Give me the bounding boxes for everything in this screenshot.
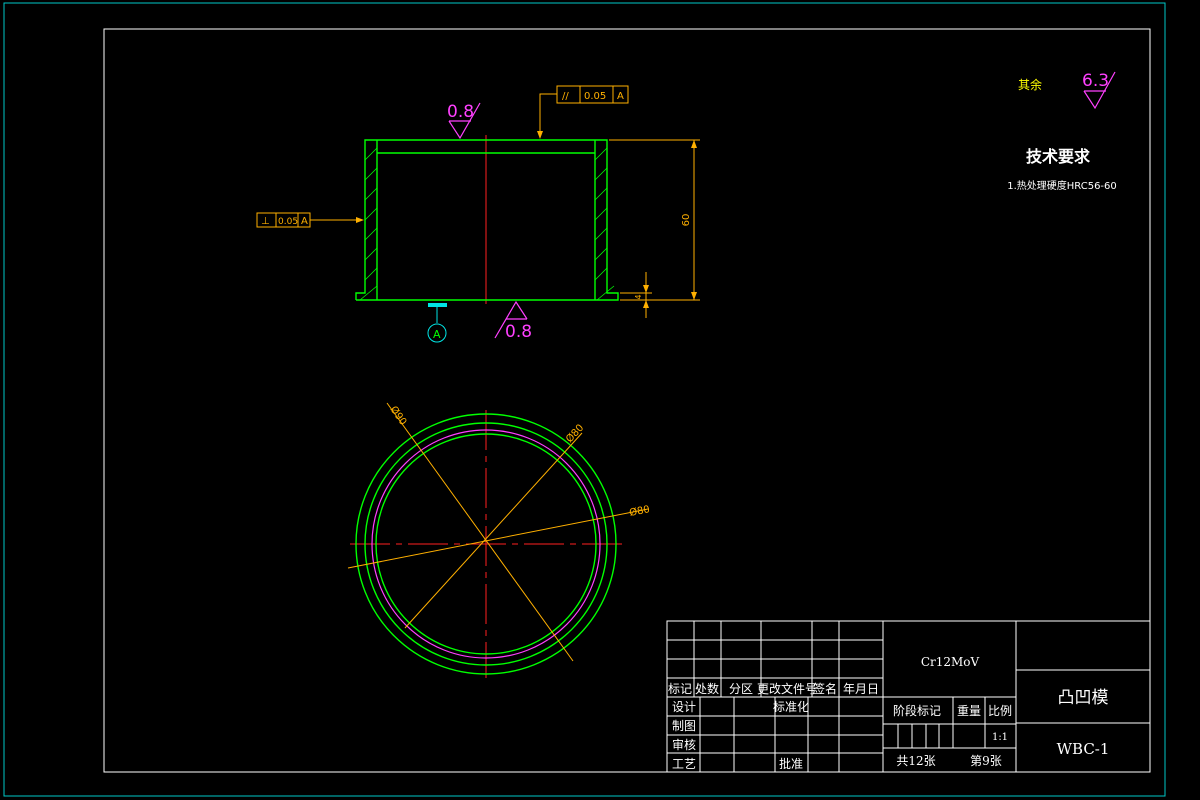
tb-part-name: 凸凹模 xyxy=(1058,688,1109,708)
step-dim-value: 4 xyxy=(634,294,643,299)
tb-material: Cr12MoV xyxy=(921,655,980,669)
part-outline xyxy=(355,139,619,301)
cad-drawing-canvas: 0.8 0.8 // 0.05 A ⊥ 0.05 A A 60 4 Ø90 Ø8… xyxy=(3,2,1166,797)
roughness-bottom-value: 0.8 xyxy=(505,322,532,342)
diameter-leader-inner xyxy=(347,508,649,569)
diameter-leader-mid xyxy=(404,432,583,629)
tb-weight: 重量 xyxy=(957,704,981,718)
tb-row-check: 审核 xyxy=(672,737,696,752)
tb-scale: 比例 xyxy=(988,704,1012,718)
tb-scale-value: 1:1 xyxy=(992,732,1008,743)
front-section-view: 0.8 0.8 // 0.05 A ⊥ 0.05 A A 60 4 xyxy=(256,85,700,343)
diameter-leader-outer xyxy=(386,402,574,662)
parallelism-tolerance-frame: // 0.05 A xyxy=(537,85,629,139)
tb-header-signature: 签名 xyxy=(813,681,837,696)
tech-requirements-title: 技术要求 xyxy=(1026,147,1091,166)
perp-symbol: ⊥ xyxy=(261,216,270,227)
step-dimension: 4 xyxy=(620,272,652,318)
other-roughness-note: 其余 6.3 xyxy=(1018,71,1116,110)
tech-requirement-item-1: 1.热处理硬度HRC56-60 xyxy=(1007,179,1117,192)
perpendicularity-tolerance-frame: ⊥ 0.05 A xyxy=(256,212,364,228)
top-circular-view: Ø90 Ø80 Ø80 xyxy=(347,402,651,678)
hatch-right-wall xyxy=(594,147,615,301)
datum-label: A xyxy=(433,328,441,341)
tb-header-change-doc: 更改文件号 xyxy=(757,681,817,696)
tb-header-date: 年月日 xyxy=(843,682,879,696)
parallel-datum: A xyxy=(617,91,624,102)
other-roughness-label: 其余 xyxy=(1018,77,1042,92)
hatch-left-wall xyxy=(359,147,378,301)
tb-row-draw: 制图 xyxy=(672,719,696,733)
tb-drawing-no: WBC-1 xyxy=(1057,740,1110,758)
tb-header-zone: 分区 xyxy=(729,682,753,696)
parallel-value: 0.05 xyxy=(584,91,606,102)
diam-inner-label: Ø80 xyxy=(628,503,651,519)
tb-row-design: 设计 xyxy=(672,700,696,714)
tb-row-standard: 标准化 xyxy=(773,700,809,714)
height-dimension: 60 xyxy=(609,139,700,301)
title-block: 标记 处数 分区 更改文件号 签名 年月日 设计 标准化 制图 审核 工艺 批准… xyxy=(666,620,1151,773)
perp-datum: A xyxy=(301,216,308,227)
height-dim-value: 60 xyxy=(681,214,692,227)
tb-row-approve: 批准 xyxy=(779,756,803,771)
diam-outer-label: Ø90 xyxy=(388,404,410,428)
sheet-border xyxy=(3,2,1166,797)
roughness-symbol-top: 0.8 xyxy=(447,102,481,140)
parallel-symbol: // xyxy=(562,91,569,102)
roughness-symbol-bottom: 0.8 xyxy=(494,300,532,342)
tb-header-count: 处数 xyxy=(695,681,719,696)
other-roughness-value: 6.3 xyxy=(1082,71,1109,91)
roughness-top-value: 0.8 xyxy=(447,102,474,122)
tb-sheet-no: 第9张 xyxy=(970,754,1002,768)
tb-stage-mark: 阶段标记 xyxy=(893,703,941,718)
datum-a-symbol: A xyxy=(427,303,447,343)
tb-header-mark: 标记 xyxy=(668,682,692,696)
tb-row-process: 工艺 xyxy=(672,757,696,771)
perp-value: 0.05 xyxy=(278,217,298,227)
tb-total-sheets: 共12张 xyxy=(896,754,935,768)
